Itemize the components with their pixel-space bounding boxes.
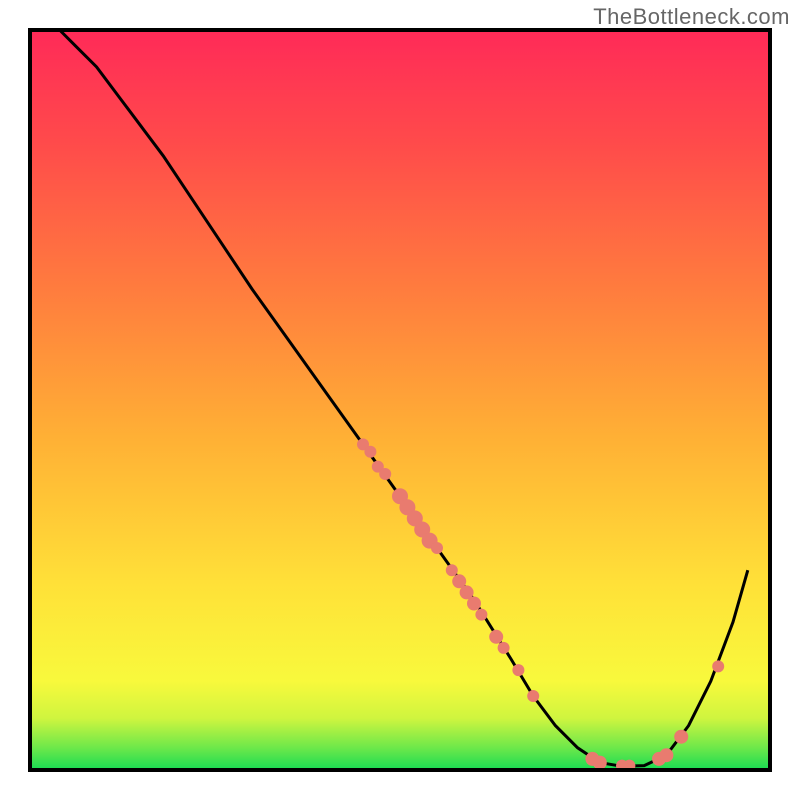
dot-marker [498, 642, 510, 654]
dot-marker [712, 660, 724, 672]
chart-container: TheBottleneck.com [0, 0, 800, 800]
dot-marker [379, 468, 391, 480]
bottleneck-chart [0, 0, 800, 800]
watermark-text: TheBottleneck.com [593, 4, 790, 30]
dot-marker [593, 756, 607, 770]
dot-marker [659, 748, 673, 762]
dot-marker [364, 446, 376, 458]
dot-marker [674, 730, 688, 744]
gradient-background [30, 30, 770, 770]
dot-marker [475, 609, 487, 621]
dot-marker [527, 690, 539, 702]
dot-marker [431, 542, 443, 554]
dot-marker [467, 597, 481, 611]
dot-marker [512, 664, 524, 676]
dot-marker [489, 630, 503, 644]
dot-marker [446, 564, 458, 576]
